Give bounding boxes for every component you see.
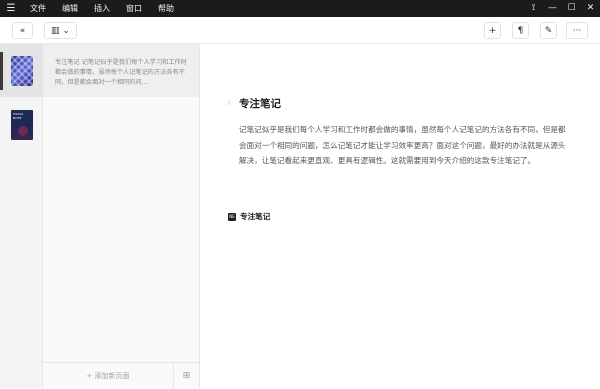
layout-grid-icon: ▥ ⌄ bbox=[51, 25, 70, 36]
toolbar: « ▥ ⌄ + ¶ ✎ ··· bbox=[0, 17, 600, 44]
maximize-icon[interactable]: ☐ bbox=[562, 0, 581, 17]
add-new-page-button[interactable]: + 添加新页面 bbox=[43, 371, 173, 381]
menu-help[interactable]: 帮助 bbox=[150, 0, 182, 17]
menu-insert[interactable]: 插入 bbox=[86, 0, 118, 17]
magic-wand-button[interactable]: ✎ bbox=[540, 22, 557, 39]
page-layout-icon[interactable]: ⊞ bbox=[173, 362, 199, 389]
pin-icon[interactable]: ⟟ bbox=[524, 0, 543, 17]
page-list-item[interactable]: 专注笔记 记笔记似乎是我们每个人学习和工作时都会做的事情，虽然每个人记笔记的方法… bbox=[43, 44, 199, 97]
collapse-sidebar-button[interactable]: « bbox=[12, 22, 33, 39]
page-list: 专注笔记 记笔记似乎是我们每个人学习和工作时都会做的事情，虽然每个人记笔记的方法… bbox=[43, 44, 200, 389]
plus-icon: + bbox=[488, 25, 497, 36]
title-block: ⠿ 专注笔记 bbox=[227, 96, 281, 111]
text-format-button[interactable]: ¶ bbox=[512, 22, 529, 39]
page-list-footer: + 添加新页面 ⊞ bbox=[43, 362, 199, 389]
hamburger-menu-icon[interactable]: ☰ bbox=[0, 0, 22, 17]
add-button[interactable]: + bbox=[484, 22, 501, 39]
more-options-button[interactable]: ··· bbox=[566, 22, 588, 39]
notebook-cover-1[interactable] bbox=[11, 56, 33, 86]
menu-file[interactable]: 文件 bbox=[22, 0, 54, 17]
close-icon[interactable]: ✕ bbox=[581, 0, 600, 17]
window-controls: ⟟ — ☐ ✕ bbox=[524, 0, 600, 17]
view-layout-dropdown[interactable]: ▥ ⌄ bbox=[44, 22, 77, 39]
drag-handle-icon[interactable]: ⠿ bbox=[227, 100, 239, 107]
page-preview-text: 专注笔记 记笔记似乎是我们每个人学习和工作时都会做的事情，虽然每个人记笔记的方法… bbox=[55, 59, 187, 86]
minimize-icon[interactable]: — bbox=[543, 0, 562, 17]
menu-bar: ☰ 文件 编辑 插入 窗口 帮助 ⟟ — ☐ ✕ bbox=[0, 0, 600, 17]
active-notebook-indicator bbox=[0, 52, 3, 90]
pilcrow-icon: ¶ bbox=[517, 25, 524, 36]
editor-canvas[interactable]: ⠿ 专注笔记 记笔记似乎是我们每个人学习和工作时都会做的事情，虽然每个人记笔记的… bbox=[200, 44, 600, 388]
cover-decoration bbox=[18, 126, 28, 136]
embedded-note-label: 专注笔记 bbox=[240, 212, 271, 221]
menu-window[interactable]: 窗口 bbox=[118, 0, 150, 17]
notebook-cover-2[interactable]: FOCUS NOTE bbox=[11, 110, 33, 140]
body-paragraph[interactable]: 记笔记似乎是我们每个人学习和工作时都会做的事情，虽然每个人记笔记的方法各有不同，… bbox=[239, 122, 569, 169]
page-title[interactable]: 专注笔记 bbox=[239, 96, 281, 111]
notebook-cover-text: FOCUS NOTE bbox=[13, 112, 24, 120]
more-dots-icon: ··· bbox=[572, 25, 582, 36]
notebook-icon: NE bbox=[228, 212, 236, 221]
double-chevron-left-icon: « bbox=[19, 25, 26, 36]
magic-wand-icon: ✎ bbox=[544, 25, 553, 36]
embedded-note-link[interactable]: NE 专注笔记 bbox=[228, 211, 270, 222]
notebook-thumbnail-column: FOCUS NOTE bbox=[0, 44, 43, 388]
menu-edit[interactable]: 编辑 bbox=[54, 0, 86, 17]
